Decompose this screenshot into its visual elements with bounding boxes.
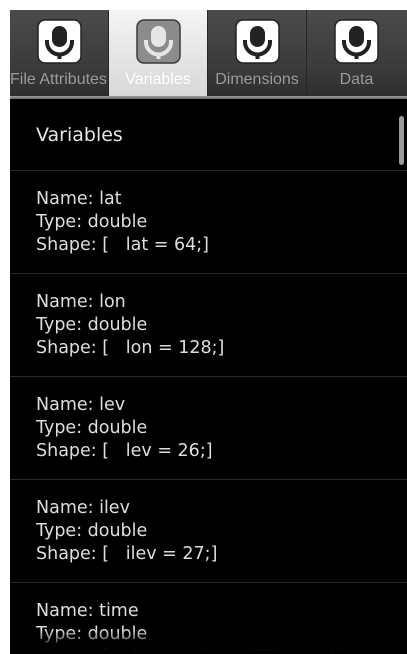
list-item[interactable]: Name: lat Type: double Shape: [ lat = 64… <box>10 171 407 274</box>
variable-shape: Shape: [ lev = 26;] <box>36 441 213 461</box>
list-item[interactable]: Name: time Type: double Shape: [ time = … <box>10 583 407 654</box>
list-header-label: Variables <box>36 123 123 146</box>
variable-name: Name: lon <box>36 292 126 312</box>
variable-shape: Shape: [ lat = 64;] <box>36 235 210 255</box>
tab-data[interactable]: Data <box>307 10 406 96</box>
variable-name: Name: lev <box>36 395 126 415</box>
list-item[interactable]: Name: lev Type: double Shape: [ lev = 26… <box>10 377 407 480</box>
variable-type: Type: double <box>36 315 148 335</box>
scrollbar[interactable] <box>399 116 404 165</box>
variable-shape: Shape: [ time = UNLIMITED; // (1 <box>36 646 407 654</box>
variable-name: Name: time <box>36 601 139 621</box>
list-item[interactable]: Name: ilev Type: double Shape: [ ilev = … <box>10 480 407 583</box>
tab-label: Dimensions <box>215 71 299 88</box>
variable-type: Type: double <box>36 212 148 232</box>
app-screen: File Attributes Variables Dimensions Dat… <box>10 10 407 654</box>
list-item[interactable]: Name: lon Type: double Shape: [ lon = 12… <box>10 274 407 377</box>
microphone-icon <box>334 19 379 64</box>
microphone-icon <box>37 19 82 64</box>
variable-type: Type: double <box>36 418 148 438</box>
variable-name: Name: lat <box>36 189 122 209</box>
list-header: Variables <box>10 99 407 171</box>
tab-label: Variables <box>125 71 191 88</box>
tab-label: File Attributes <box>10 71 107 88</box>
tab-file-attributes[interactable]: File Attributes <box>10 10 109 96</box>
microphone-icon <box>235 19 280 64</box>
tab-variables[interactable]: Variables <box>109 10 208 96</box>
variable-name: Name: ilev <box>36 498 130 518</box>
tab-label: Data <box>339 71 374 88</box>
tab-bar: File Attributes Variables Dimensions Dat… <box>10 10 407 96</box>
tab-dimensions[interactable]: Dimensions <box>208 10 307 96</box>
variable-type: Type: double <box>36 624 148 644</box>
variable-type: Type: double <box>36 521 148 541</box>
microphone-icon <box>136 19 181 64</box>
variables-list[interactable]: Variables Name: lat Type: double Shape: … <box>10 99 407 654</box>
variable-shape: Shape: [ lon = 128;] <box>36 338 225 358</box>
variable-shape: Shape: [ ilev = 27;] <box>36 544 218 564</box>
